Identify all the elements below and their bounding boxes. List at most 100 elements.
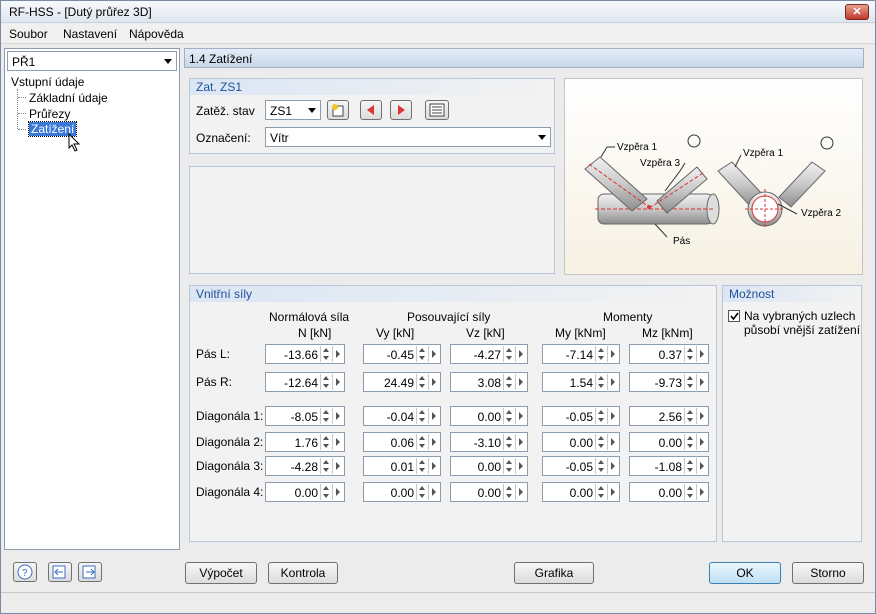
spin-up-down-icon[interactable] [595,346,606,362]
spin-up-down-icon[interactable] [684,374,695,390]
spin-up-down-icon[interactable] [595,408,606,424]
value-input-my[interactable]: 1.54 [542,372,620,392]
value-input-vz[interactable]: 0.00 [450,456,528,476]
value-input-my[interactable]: 0.00 [542,482,620,502]
spin-right-arrow-icon[interactable] [428,346,439,362]
spin-right-arrow-icon[interactable] [428,408,439,424]
value-input-vy[interactable]: 0.06 [363,432,441,452]
value-input-n[interactable]: 0.00 [265,482,345,502]
graphics-button[interactable]: Grafika [514,562,594,584]
value-input-vz[interactable]: 3.08 [450,372,528,392]
list-button[interactable] [425,100,449,120]
spin-right-arrow-icon[interactable] [428,458,439,474]
spin-up-down-icon[interactable] [503,346,514,362]
spin-right-arrow-icon[interactable] [607,434,618,450]
spin-up-down-icon[interactable] [320,374,331,390]
spin-up-down-icon[interactable] [416,374,427,390]
value-input-n[interactable]: -8.05 [265,406,345,426]
spin-up-down-icon[interactable] [595,484,606,500]
spin-right-arrow-icon[interactable] [696,346,707,362]
spin-right-arrow-icon[interactable] [607,374,618,390]
load-case-select[interactable]: ZS1 [265,100,321,120]
value-input-vy[interactable]: 24.49 [363,372,441,392]
value-input-mz[interactable]: 0.00 [629,432,709,452]
cancel-button[interactable]: Storno [792,562,864,584]
spin-right-arrow-icon[interactable] [332,484,343,500]
spin-up-down-icon[interactable] [416,346,427,362]
close-button[interactable]: ✕ [845,4,869,20]
value-input-vz[interactable]: 0.00 [450,406,528,426]
spin-up-down-icon[interactable] [320,346,331,362]
value-input-n[interactable]: -4.28 [265,456,345,476]
spin-right-arrow-icon[interactable] [607,346,618,362]
spin-right-arrow-icon[interactable] [515,374,526,390]
previous-button[interactable] [360,100,382,120]
spin-up-down-icon[interactable] [416,434,427,450]
spin-right-arrow-icon[interactable] [515,458,526,474]
value-input-mz[interactable]: -9.73 [629,372,709,392]
spin-up-down-icon[interactable] [684,484,695,500]
spin-up-down-icon[interactable] [595,374,606,390]
tree-item-zakladni-udaje[interactable]: Základní údaje [29,91,108,105]
value-input-vz[interactable]: 0.00 [450,482,528,502]
check-button[interactable]: Kontrola [268,562,338,584]
value-input-mz[interactable]: 2.56 [629,406,709,426]
spin-up-down-icon[interactable] [503,374,514,390]
value-input-vy[interactable]: 0.00 [363,482,441,502]
spin-right-arrow-icon[interactable] [332,374,343,390]
spin-right-arrow-icon[interactable] [515,346,526,362]
tree-item-prurezy[interactable]: Průřezy [29,107,70,121]
spin-right-arrow-icon[interactable] [696,408,707,424]
spin-right-arrow-icon[interactable] [696,484,707,500]
value-input-my[interactable]: 0.00 [542,432,620,452]
spin-up-down-icon[interactable] [684,434,695,450]
value-input-vz[interactable]: -4.27 [450,344,528,364]
description-select[interactable]: Vítr [265,127,551,147]
spin-right-arrow-icon[interactable] [332,408,343,424]
spin-up-down-icon[interactable] [320,408,331,424]
spin-up-down-icon[interactable] [416,458,427,474]
spin-right-arrow-icon[interactable] [607,484,618,500]
calculate-button[interactable]: Výpočet [185,562,257,584]
spin-right-arrow-icon[interactable] [607,408,618,424]
help-button[interactable]: ? [13,562,37,582]
new-load-case-button[interactable] [327,100,349,120]
value-input-mz[interactable]: -1.08 [629,456,709,476]
value-input-vy[interactable]: 0.01 [363,456,441,476]
spin-up-down-icon[interactable] [684,408,695,424]
spin-right-arrow-icon[interactable] [515,484,526,500]
spin-up-down-icon[interactable] [320,458,331,474]
value-input-vy[interactable]: -0.04 [363,406,441,426]
spin-right-arrow-icon[interactable] [696,458,707,474]
spin-right-arrow-icon[interactable] [428,374,439,390]
value-input-my[interactable]: -0.05 [542,406,620,426]
value-input-mz[interactable]: 0.37 [629,344,709,364]
value-input-vz[interactable]: -3.10 [450,432,528,452]
spin-up-down-icon[interactable] [595,458,606,474]
value-input-my[interactable]: -0.05 [542,456,620,476]
spin-right-arrow-icon[interactable] [332,458,343,474]
spin-up-down-icon[interactable] [595,434,606,450]
value-input-my[interactable]: -7.14 [542,344,620,364]
value-input-vy[interactable]: -0.45 [363,344,441,364]
external-load-checkbox[interactable] [728,310,740,322]
spin-right-arrow-icon[interactable] [696,374,707,390]
tree-root[interactable]: Vstupní údaje [11,75,84,89]
spin-right-arrow-icon[interactable] [428,484,439,500]
value-input-n[interactable]: -12.64 [265,372,345,392]
spin-up-down-icon[interactable] [503,408,514,424]
spin-up-down-icon[interactable] [684,346,695,362]
spin-up-down-icon[interactable] [416,484,427,500]
import-button[interactable] [48,562,72,582]
spin-up-down-icon[interactable] [320,484,331,500]
menu-nastaveni[interactable]: Nastavení [63,27,117,41]
spin-up-down-icon[interactable] [503,484,514,500]
spin-up-down-icon[interactable] [503,434,514,450]
spin-up-down-icon[interactable] [320,434,331,450]
case-select[interactable]: PŘ1 [7,51,177,71]
spin-right-arrow-icon[interactable] [696,434,707,450]
ok-button[interactable]: OK [709,562,781,584]
export-button[interactable] [78,562,102,582]
spin-right-arrow-icon[interactable] [607,458,618,474]
menu-napoveda[interactable]: Nápověda [129,27,184,41]
